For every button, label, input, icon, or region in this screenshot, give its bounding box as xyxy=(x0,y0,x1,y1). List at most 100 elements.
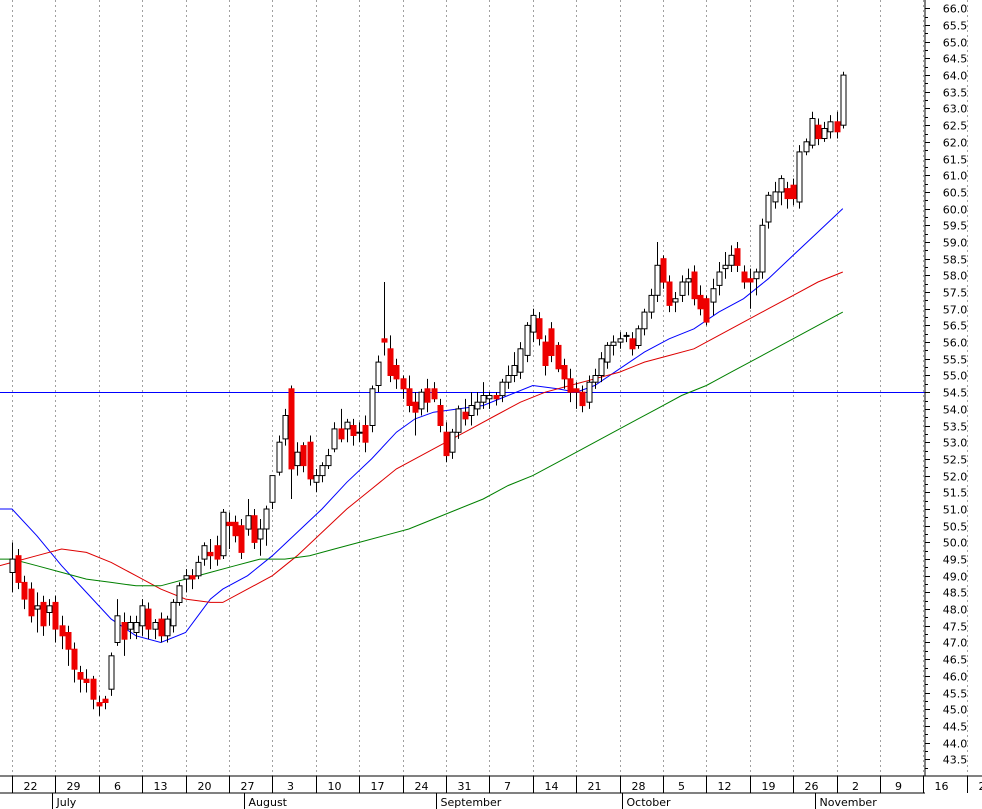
candle-body xyxy=(220,511,227,557)
y-tick-label: 58.0 xyxy=(943,270,968,283)
y-tick-label: 48.5 xyxy=(943,587,968,600)
candle-body xyxy=(369,388,376,426)
candle-body xyxy=(90,678,97,700)
x-tick-label: 19 xyxy=(762,780,776,793)
candle-112 xyxy=(703,295,710,326)
candle-body xyxy=(840,74,847,126)
candle-body xyxy=(480,395,487,403)
candle-body xyxy=(145,608,152,630)
y-tick-label: 63.0 xyxy=(943,103,968,116)
y-tick-label: 50.0 xyxy=(943,537,968,550)
candle-body xyxy=(207,551,214,557)
candle-body xyxy=(486,395,493,400)
candle-body xyxy=(251,515,258,543)
candle-body xyxy=(493,395,500,400)
x-tick-label: 2 xyxy=(852,780,859,793)
x-tick-label: 9 xyxy=(895,780,902,793)
candle-134 xyxy=(840,71,847,129)
candle-body xyxy=(28,588,35,617)
y-tick-label: 66.0 xyxy=(943,3,968,16)
y-tick-label: 47.0 xyxy=(943,637,968,650)
candle-body xyxy=(672,298,679,303)
candle-body xyxy=(617,338,624,343)
candle-body xyxy=(641,311,648,330)
x-tick-label: 28 xyxy=(632,780,646,793)
x-tick-label: 5 xyxy=(678,780,685,793)
y-tick-label: 44.0 xyxy=(943,738,968,751)
y-tick-label: 52.5 xyxy=(943,454,968,467)
candle-body xyxy=(691,271,698,300)
month-label: October xyxy=(627,796,671,809)
y-tick-label: 63.5 xyxy=(943,87,968,100)
candle-48 xyxy=(307,435,314,486)
candle-body xyxy=(592,375,599,383)
x-tick-label: 24 xyxy=(415,780,429,793)
candle-body xyxy=(710,288,717,303)
candle-body xyxy=(214,545,221,560)
candle-body xyxy=(114,615,121,643)
candle-121 xyxy=(759,218,766,279)
candle-27 xyxy=(176,582,183,606)
candle-body xyxy=(679,281,686,296)
candle-body xyxy=(59,625,66,637)
candle-body xyxy=(319,465,326,477)
candle-body xyxy=(288,388,295,470)
candle-body xyxy=(15,555,22,583)
candle-body xyxy=(418,391,425,410)
y-tick-label: 54.5 xyxy=(943,387,968,400)
candle-body xyxy=(263,508,270,530)
candle-body xyxy=(772,191,779,203)
month-label: September xyxy=(441,796,502,809)
candle-body xyxy=(40,601,47,627)
candle-body xyxy=(21,581,28,600)
y-tick-label: 59.0 xyxy=(943,237,968,250)
candle-body xyxy=(796,151,803,203)
candle-body xyxy=(102,698,109,704)
candle-body xyxy=(71,648,78,670)
candle-body xyxy=(474,401,481,410)
candle-body xyxy=(294,451,301,467)
candle-body xyxy=(362,425,369,443)
candle-body xyxy=(96,702,103,707)
y-tick-label: 51.0 xyxy=(943,504,968,517)
candle-body xyxy=(424,388,431,403)
x-tick-label: 10 xyxy=(328,780,342,793)
y-tick-label: 56.0 xyxy=(943,337,968,350)
candle-body xyxy=(406,388,413,406)
y-tick-label: 53.5 xyxy=(943,421,968,434)
y-tick-label: 44.5 xyxy=(943,721,968,734)
y-tick-label: 57.5 xyxy=(943,287,968,300)
candle-body xyxy=(431,388,438,400)
y-tick-label: 46.0 xyxy=(943,671,968,684)
candle-body xyxy=(338,428,345,440)
x-tick-label: 29 xyxy=(67,780,81,793)
x-tick-label: 20 xyxy=(198,780,212,793)
candle-body xyxy=(375,361,382,387)
candle-body xyxy=(52,601,59,630)
x-tick-label: 3 xyxy=(287,780,294,793)
candle-body xyxy=(821,128,828,139)
candle-body xyxy=(499,381,506,397)
candle-body xyxy=(548,328,555,356)
candle-body xyxy=(511,365,518,376)
candle-body xyxy=(176,585,183,603)
candle-58 xyxy=(369,385,376,433)
y-tick-label: 48.0 xyxy=(943,604,968,617)
candle-body xyxy=(189,575,196,580)
candle-body xyxy=(183,575,190,580)
candle-body xyxy=(245,515,252,530)
candle-body xyxy=(46,605,53,613)
candle-body xyxy=(561,365,568,380)
candle-body xyxy=(300,445,307,467)
candle-body xyxy=(400,378,407,390)
candle-body xyxy=(604,344,611,363)
candle-101 xyxy=(635,325,642,349)
candle-body xyxy=(586,381,593,403)
candle-body xyxy=(108,655,115,690)
candle-body xyxy=(462,411,469,420)
candle-body xyxy=(195,561,202,577)
candle-body xyxy=(393,365,400,380)
candle-body xyxy=(716,271,723,286)
candle-body xyxy=(269,475,276,503)
x-tick-label: 16 xyxy=(935,780,949,793)
